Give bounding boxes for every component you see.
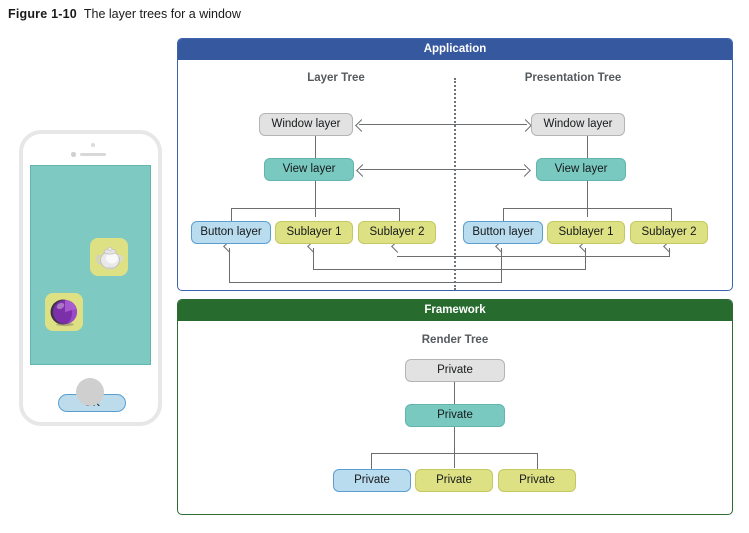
render-tree-child-1-node[interactable]: Private — [333, 469, 411, 492]
sphere-icon — [50, 299, 77, 327]
figure-title: The layer trees for a window — [83, 7, 241, 21]
layer-tree-sublayer-1-node[interactable]: Sublayer 1 — [275, 221, 353, 244]
connector-view-stem-left — [315, 181, 317, 217]
render-tree-child-3-node[interactable]: Private — [498, 469, 576, 492]
connector-root-to-view-left — [315, 136, 317, 158]
connector-children-bar-right — [503, 208, 671, 210]
framework-panel: Framework Render Tree Private Private Pr… — [177, 299, 733, 515]
teapot-tile[interactable] — [90, 238, 128, 276]
layer-tree-window-layer-node[interactable]: Window layer — [259, 113, 353, 136]
presentation-tree-window-layer-node[interactable]: Window layer — [531, 113, 625, 136]
connector-render-child1-drop — [371, 453, 373, 469]
teapot-icon — [96, 247, 124, 270]
connector-children-bar-left — [231, 208, 399, 210]
layer-tree-button-layer-node[interactable]: Button layer — [191, 221, 271, 244]
connector-child1-drop-left — [231, 208, 233, 221]
connector-render-root-to-view — [454, 382, 456, 404]
layer-tree-sublayer-2-node[interactable]: Sublayer 2 — [358, 221, 436, 244]
front-camera-icon — [71, 152, 76, 157]
sphere-tile[interactable] — [45, 293, 83, 331]
layer-tree-title: Layer Tree — [307, 72, 365, 84]
layer-tree-view-layer-node[interactable]: View layer — [264, 158, 354, 181]
presentation-tree-title: Presentation Tree — [524, 72, 622, 84]
arrow-window-right — [519, 119, 532, 132]
connector-button-layer-link — [229, 282, 502, 284]
connector-render-children-bar — [371, 453, 538, 455]
framework-panel-title: Framework — [178, 300, 732, 321]
presentation-tree-sublayer-1-node[interactable]: Sublayer 1 — [547, 221, 625, 244]
arrow-window-left — [355, 119, 368, 132]
connector-sublayer2-link — [397, 256, 669, 258]
arrow-view-left — [356, 164, 369, 177]
connector-sublayer1-link — [313, 269, 586, 271]
device-screen: OK — [30, 165, 151, 412]
connector-child3-drop-left — [399, 208, 401, 221]
application-panel-title: Application — [178, 39, 732, 60]
presentation-tree-view-layer-node[interactable]: View layer — [536, 158, 626, 181]
earpiece-speaker-icon — [80, 153, 106, 156]
render-tree-view-node[interactable]: Private — [405, 404, 505, 427]
arrow-view-right — [518, 164, 531, 177]
connector-button-riser-left — [229, 248, 231, 283]
home-button[interactable] — [76, 378, 104, 406]
presentation-tree-button-layer-node[interactable]: Button layer — [463, 221, 543, 244]
connector-button-riser-right — [501, 248, 503, 283]
connector-root-to-view-right — [587, 136, 589, 158]
connector-render-child3-drop — [537, 453, 539, 469]
connector-view-layer-link — [360, 169, 526, 171]
figure-label: Figure 1-10 — [8, 7, 77, 21]
connector-render-view-stem — [454, 427, 456, 468]
tree-divider — [454, 78, 456, 290]
device-mockup: OK — [19, 130, 162, 426]
connector-child1-drop-right — [503, 208, 505, 221]
application-panel: Application Layer Tree Presentation Tree… — [177, 38, 733, 291]
proximity-sensor-icon — [91, 143, 95, 147]
presentation-tree-sublayer-2-node[interactable]: Sublayer 2 — [630, 221, 708, 244]
connector-view-stem-right — [587, 181, 589, 217]
connector-window-layer-link — [359, 124, 527, 126]
figure-caption: Figure 1-10 The layer trees for a window — [8, 6, 241, 22]
connector-child3-drop-right — [671, 208, 673, 221]
render-tree-child-2-node[interactable]: Private — [415, 469, 493, 492]
render-tree-title: Render Tree — [421, 334, 489, 346]
render-tree-root-node[interactable]: Private — [405, 359, 505, 382]
